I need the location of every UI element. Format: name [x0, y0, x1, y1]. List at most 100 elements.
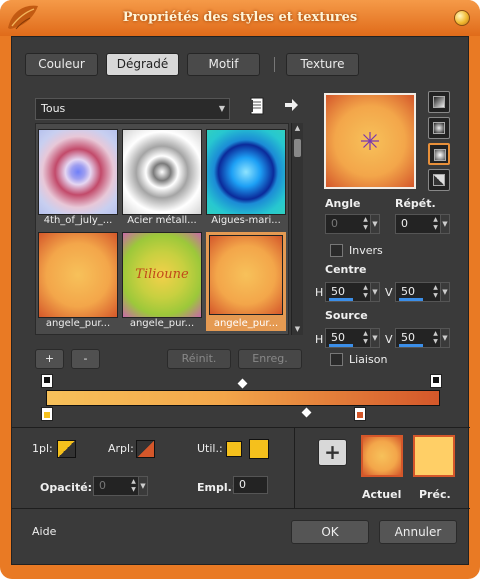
spinner-arrows[interactable]: ▲ ▼: [361, 284, 370, 300]
link-checkbox[interactable]: [330, 353, 343, 366]
gallery-item-caption: Acier métall...: [127, 215, 197, 226]
gallery-item[interactable]: Aigues-mari...: [206, 129, 286, 228]
category-value: Tous: [41, 102, 66, 115]
gallery-item[interactable]: Tilioune angele_pur...: [122, 232, 202, 331]
color-midpoint[interactable]: [301, 407, 312, 418]
gallery-item[interactable]: Acier métall...: [122, 129, 202, 228]
tab-motif[interactable]: Motif: [187, 53, 260, 76]
gradient-file-icon[interactable]: [248, 97, 266, 115]
spinner-arrows[interactable]: ▲ ▼: [129, 478, 138, 494]
section-divider-vertical: [294, 428, 295, 508]
reset-button[interactable]: Réinit.: [167, 349, 231, 369]
angle-spinner[interactable]: 0 ▲ ▼ ▼: [325, 214, 380, 234]
color-stop-swatch: [357, 412, 363, 418]
section-divider: [12, 427, 470, 428]
gallery-item-caption: Aigues-mari...: [211, 215, 281, 226]
rectangular-style-icon[interactable]: [428, 117, 450, 139]
transparency-stop-swatch: [44, 377, 50, 383]
spinner-arrows[interactable]: ▲ ▼: [431, 330, 440, 346]
spinner-dropdown-icon[interactable]: ▼: [440, 329, 449, 347]
gallery-item[interactable]: angele_pur...: [38, 232, 118, 331]
help-link[interactable]: Aide: [32, 525, 56, 538]
color-stop-start[interactable]: [41, 407, 53, 421]
gradient-preview[interactable]: [324, 93, 416, 189]
angle-label: Angle: [325, 197, 361, 210]
repeat-spinner[interactable]: 0 ▲ ▼ ▼: [395, 214, 450, 234]
gallery-scrollbar[interactable]: ▲ ▼: [291, 123, 303, 335]
source-v-level-bar: [399, 344, 423, 347]
tab-couleur[interactable]: Couleur: [25, 53, 98, 76]
gradient-thumbnail: [38, 129, 118, 215]
opacity-spinner[interactable]: 0 ▲ ▼ ▼: [93, 476, 148, 496]
source-h-spinner[interactable]: 50 ▲ ▼ ▼: [325, 328, 380, 348]
color-stop-end[interactable]: [354, 407, 366, 421]
transparency-midpoint[interactable]: [237, 378, 248, 389]
spinner-dropdown-icon[interactable]: ▼: [440, 215, 449, 233]
sunburst-style-icon[interactable]: [428, 143, 450, 165]
arrow-right-icon[interactable]: [283, 97, 299, 113]
spinner-dropdown-icon[interactable]: ▼: [370, 215, 379, 233]
transparency-stop-start[interactable]: [41, 374, 53, 388]
dropdown-arrow-icon: ▼: [218, 104, 225, 113]
add-gradient-button[interactable]: +: [35, 349, 64, 369]
category-select[interactable]: Tous ▼: [35, 98, 230, 120]
gallery-item-caption: 4th_of_july_...: [43, 215, 113, 226]
gradient-editor-bar[interactable]: [46, 390, 440, 406]
transparency-stop-end[interactable]: [430, 374, 442, 388]
last-stop-color-swatch[interactable]: [136, 440, 155, 458]
tab-separator: [274, 57, 275, 72]
add-to-swatches-button[interactable]: +: [318, 439, 347, 466]
scroll-down-icon[interactable]: ▼: [293, 325, 302, 334]
repeat-label: Répét.: [395, 197, 436, 210]
location-value: 0: [239, 478, 246, 491]
spinner-arrows[interactable]: ▲ ▼: [431, 216, 440, 232]
properties-dialog: Propriétés des styles et textures Couleu…: [0, 0, 480, 579]
gallery-item-caption: angele_pur...: [213, 318, 279, 329]
first-stop-color-swatch[interactable]: [57, 440, 76, 458]
source-v-value: 50: [401, 331, 415, 344]
spinner-arrows[interactable]: ▲ ▼: [361, 330, 370, 346]
spinner-dropdown-icon[interactable]: ▼: [440, 283, 449, 301]
previous-gradient-swatch[interactable]: [413, 435, 455, 477]
source-v-spinner[interactable]: 50 ▲ ▼ ▼: [395, 328, 450, 348]
center-v-level-bar: [399, 298, 423, 301]
save-preset-button[interactable]: Enreg.: [238, 349, 302, 369]
gradient-thumbnail: [122, 129, 202, 215]
location-input[interactable]: 0: [233, 476, 268, 494]
center-v-spinner[interactable]: 50 ▲ ▼ ▼: [395, 282, 450, 302]
spinner-arrows[interactable]: ▲ ▼: [431, 284, 440, 300]
ok-button[interactable]: OK: [291, 520, 369, 544]
title-bar[interactable]: Propriétés des styles et textures: [0, 0, 480, 36]
gallery-item-selected[interactable]: angele_pur...: [206, 232, 286, 331]
cancel-button[interactable]: Annuler: [379, 520, 457, 544]
thumbnail-signature: Tilioune: [135, 267, 189, 282]
source-v-label: V: [385, 333, 393, 346]
spinner-arrows[interactable]: ▲ ▼: [361, 216, 370, 232]
scroll-thumb[interactable]: [294, 139, 301, 157]
spinner-dropdown-icon[interactable]: ▼: [370, 329, 379, 347]
window-orb-icon[interactable]: [454, 10, 470, 26]
linear-style-icon[interactable]: [428, 91, 450, 113]
dialog-body: Couleur Dégradé Motif Texture Tous ▼ 4th…: [11, 36, 470, 565]
gradient-thumbnail: Tilioune: [122, 232, 202, 318]
gallery-item[interactable]: 4th_of_july_...: [38, 129, 118, 228]
tab-texture[interactable]: Texture: [286, 53, 359, 76]
util-label: Util.:: [197, 442, 223, 455]
center-crosshair-icon[interactable]: [360, 131, 380, 151]
repeat-value: 0: [401, 217, 408, 230]
current-gradient-swatch: [361, 435, 403, 477]
tab-degrade[interactable]: Dégradé: [106, 53, 179, 76]
center-v-value: 50: [401, 285, 415, 298]
source-h-label: H: [315, 333, 324, 346]
spinner-dropdown-icon[interactable]: ▼: [370, 283, 379, 301]
invert-label: Invers: [349, 244, 383, 257]
remove-gradient-button[interactable]: -: [71, 349, 100, 369]
scroll-up-icon[interactable]: ▲: [293, 124, 302, 133]
angle-value: 0: [331, 217, 338, 230]
user-color-swatch-2[interactable]: [249, 439, 269, 459]
spinner-dropdown-icon[interactable]: ▼: [138, 477, 147, 495]
user-color-swatch-1[interactable]: [226, 441, 242, 457]
radial-style-icon[interactable]: [428, 169, 450, 191]
invert-checkbox[interactable]: [330, 244, 343, 257]
center-h-spinner[interactable]: 50 ▲ ▼ ▼: [325, 282, 380, 302]
